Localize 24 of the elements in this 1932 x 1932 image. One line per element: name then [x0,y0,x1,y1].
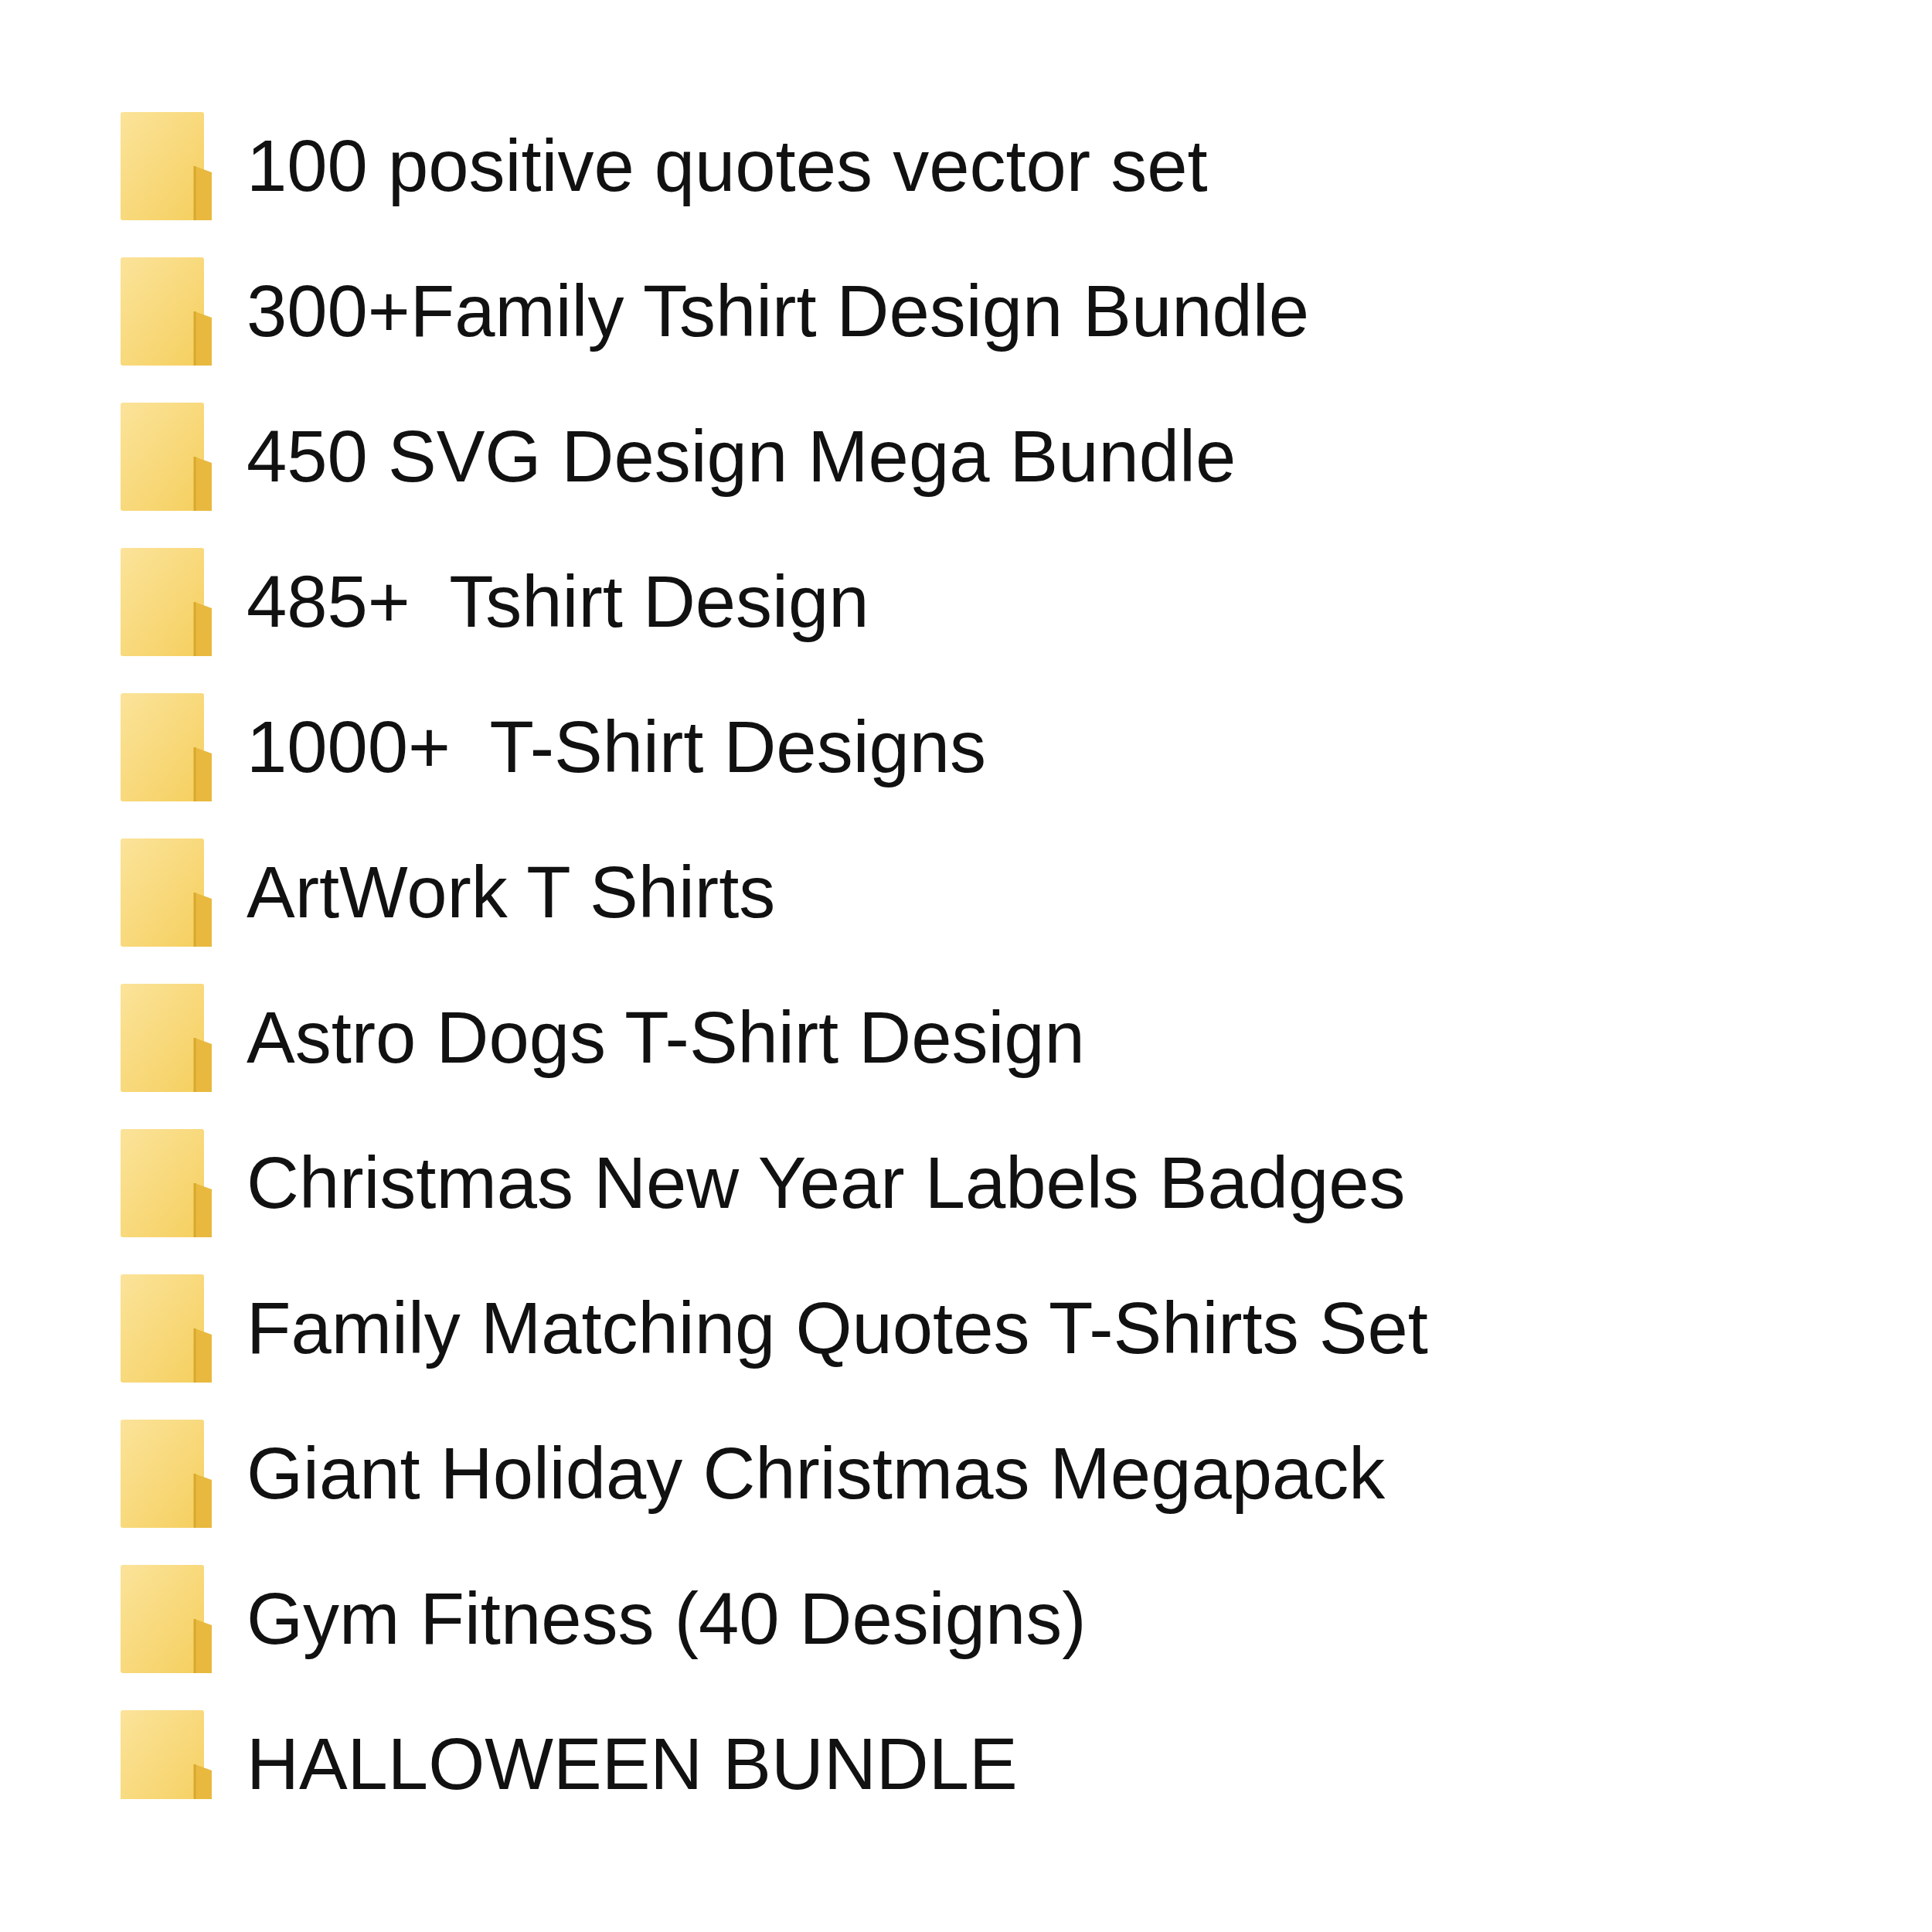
folder-icon [121,984,212,1092]
folder-icon [121,548,212,656]
folder-name[interactable]: Giant Holiday Christmas Megapack [247,1431,1386,1516]
folder-icon [121,257,212,366]
folder-icon [121,1565,212,1673]
folder-name[interactable]: ArtWork T Shirts [247,850,776,935]
folder-name[interactable]: Family Matching Quotes T-Shirts Set [247,1286,1428,1371]
folder-icon [121,693,212,801]
folder-icon [121,112,212,220]
folder-icon [121,1129,212,1237]
folder-name[interactable]: Gym Fitness (40 Designs) [247,1577,1087,1662]
folder-name[interactable]: 485+ Tshirt Design [247,560,869,645]
folder-name[interactable]: HALLOWEEN BUNDLE [247,1722,1018,1799]
folder-icon [121,1710,212,1799]
folder-name[interactable]: 300+Family Tshirt Design Bundle [247,269,1310,354]
folder-icon [121,403,212,511]
folder-name[interactable]: 450 SVG Design Mega Bundle [247,414,1236,499]
folder-name[interactable]: Christmas New Year Labels Badges [247,1141,1406,1226]
folder-icon [121,1274,212,1383]
folder-name[interactable]: 100 positive quotes vector set [247,124,1208,209]
folder-name[interactable]: Astro Dogs T-Shirt Design [247,995,1085,1080]
folder-name[interactable]: 1000+ T-Shirt Designs [247,705,987,790]
folder-icon [121,1420,212,1528]
folder-icon [121,838,212,947]
